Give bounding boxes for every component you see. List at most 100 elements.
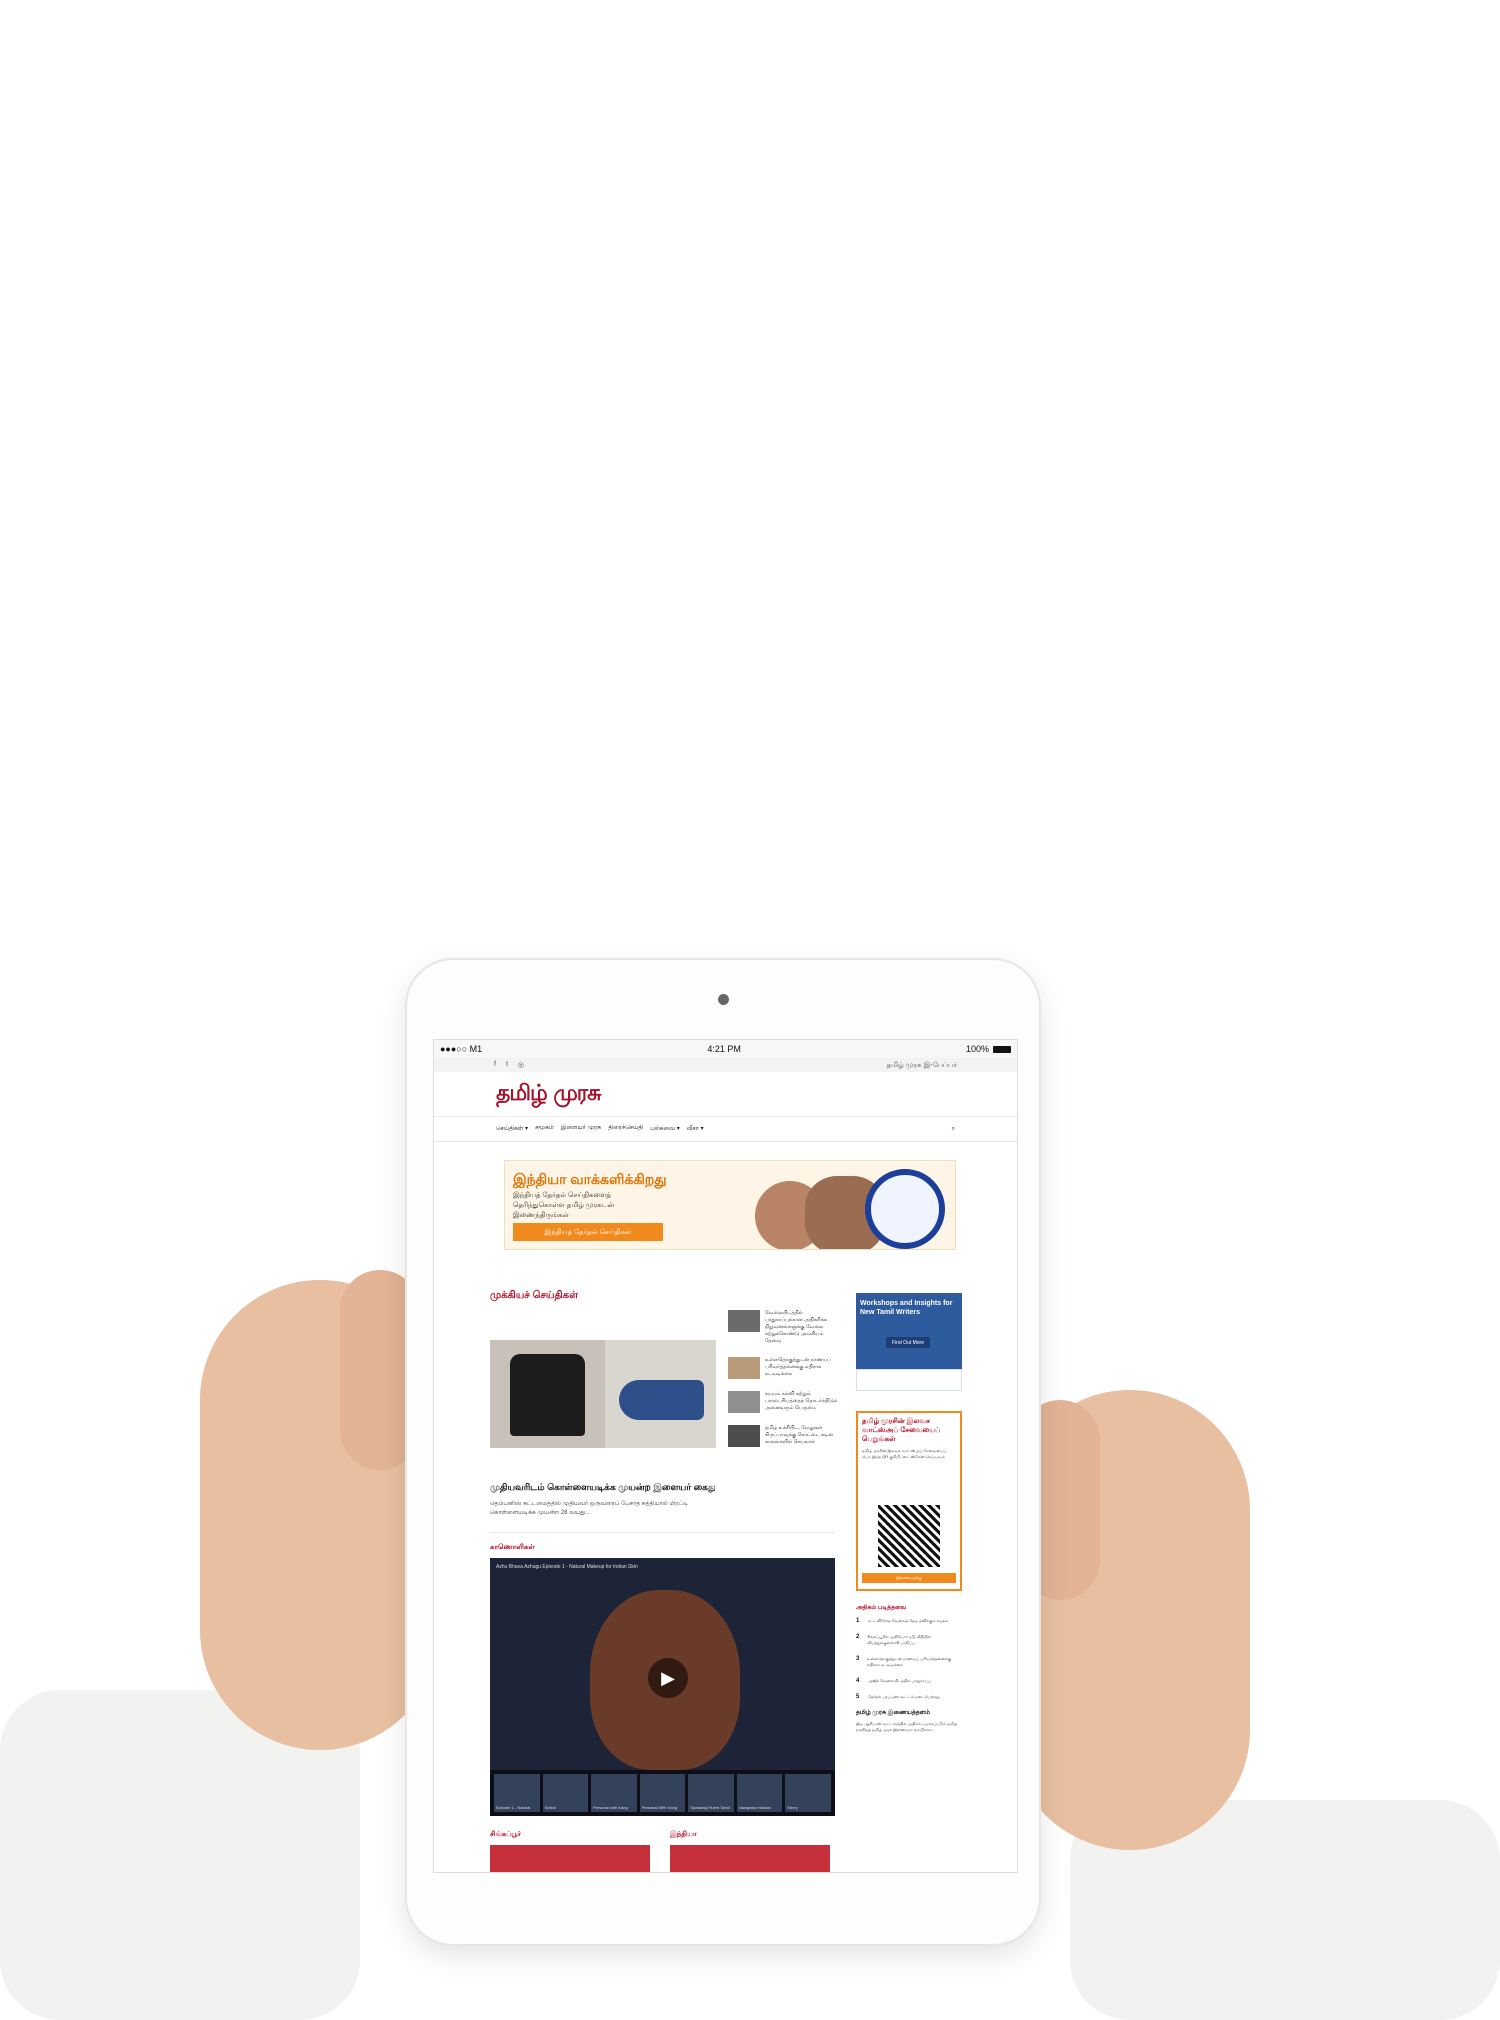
ad-button[interactable]: Find Out More	[886, 1337, 930, 1348]
video-player[interactable]: Azhu Bhava Azhagu Episode 1 - Natural Ma…	[490, 1558, 835, 1816]
shoes-photo	[605, 1340, 716, 1448]
category-image	[490, 1845, 650, 1872]
ad-description: தமிழ் முரசின் இலவச வாட்ஸ்அப் சேவையைப் பெ…	[862, 1448, 947, 1459]
rank: 4	[856, 1678, 860, 1684]
news-thumbnail	[728, 1310, 760, 1332]
site-logo[interactable]: தமிழ் முரசு	[496, 1080, 601, 1109]
lead-story-image[interactable]	[490, 1340, 716, 1448]
writers-workshop-ad[interactable]: Workshops and Insights for New Tamil Wri…	[856, 1293, 962, 1391]
banner-headline: இந்தியா வாக்களிக்கிறது	[513, 1171, 667, 1187]
clock: 4:21 PM	[707, 1044, 741, 1054]
thumb-label: Narayana mission	[738, 1805, 771, 1810]
news-thumbnail	[728, 1425, 760, 1447]
search-icon[interactable]: ⌕	[952, 1126, 955, 1133]
list-item[interactable]: தமிழ் உச்சிபிட, வேலுகள் கிருப்பாவுக்கு க…	[728, 1425, 838, 1447]
most-read-title: அதிகம் படித்தவை	[856, 1605, 907, 1611]
playlist-thumb[interactable]: Speaking Fluent Tamil	[688, 1774, 734, 1812]
nav-item-cinema[interactable]: திரைச்செய்தி	[608, 1125, 643, 1133]
headline: தேர்தல் பரப்புரை கூட்டம் நடைபெற்றது	[868, 1694, 940, 1699]
lead-story-title[interactable]: முதியவரிடம் கொள்ளையடிக்க முயன்ற இளையர் க…	[490, 1482, 835, 1494]
video-playlist: Episode 1 - Natural Sotlok Personal with…	[490, 1770, 835, 1816]
videos-title: காணொளிகள்	[490, 1544, 535, 1551]
category-image	[670, 1845, 830, 1872]
list-item[interactable]: 5 தேர்தல் பரப்புரை கூட்டம் நடைபெற்றது	[856, 1694, 962, 1700]
thumb-label: Personal With Kang	[641, 1805, 678, 1810]
thumb-label: Episode 1 - Natural	[496, 1805, 531, 1810]
nav-item-variety[interactable]: பல்சுவை ▾	[650, 1125, 679, 1133]
list-item[interactable]: சமயம் கல்வி கற்றும் பாரம்பரியத்தைத் தொடர…	[728, 1391, 838, 1413]
news-headline: தமிழ் உச்சிபிட, வேலுகள் கிருப்பாவுக்கு க…	[765, 1425, 834, 1445]
playlist-thumb[interactable]: Sotlok	[542, 1774, 589, 1812]
ad-title: தமிழ் முரசின் இலவச வாட்ஸ்அப் சேவையைப் பெ…	[862, 1418, 941, 1443]
play-icon[interactable]: ▶	[648, 1658, 688, 1698]
site-info-desc: இடி ஆசியான் வட்டாரத்தில் அதிகம் படிக்கப்…	[856, 1721, 958, 1732]
instagram-icon[interactable]: ◎	[518, 1061, 524, 1069]
headline: அஜிக் வேலையிடத்தில் பாதுகாப்பு	[868, 1678, 931, 1683]
tablet-device: ●●●○○ M1 4:21 PM 100% f t ◎ தமிழ் முரசு …	[407, 960, 1039, 1944]
list-item[interactable]: உள்ளதொகுத்துடன் நாணயப் பரிவர்த்தனைக்கு எ…	[728, 1357, 838, 1379]
whatsapp-join-button[interactable]: இணைவதற்கு	[862, 1573, 956, 1583]
top-news-title: முக்கியச் செய்திகள்	[490, 1290, 579, 1301]
news-headline: உள்ளதொகுத்துடன் நாணயப் பரிவர்த்தனைக்கு எ…	[765, 1357, 831, 1377]
news-thumbnail	[728, 1357, 760, 1379]
playlist-thumb[interactable]: Narayana mission	[736, 1774, 783, 1812]
playlist-thumb[interactable]: Personal With Kang	[639, 1774, 686, 1812]
ad-sponsor-strip	[856, 1369, 962, 1391]
news-headline: வேலையிடத்தில் பாதுகாப்புக்கான அதிகரிக்க …	[765, 1310, 828, 1344]
site-info: தமிழ் முரசு இணையத்தளம் இடி ஆசியான் வட்டா…	[856, 1710, 962, 1733]
thumb-label: Personal with Kang	[593, 1805, 628, 1810]
rank: 2	[856, 1634, 860, 1640]
banner-cta-button[interactable]: இந்தியத் தேர்தல் செய்திகள்	[513, 1223, 663, 1241]
whatsapp-ad[interactable]: தமிழ் முரசின் இலவச வாட்ஸ்அப் சேவையைப் பெ…	[856, 1411, 962, 1591]
headline: உள்ளதொகுத்துடன் நாணயப் பரிவர்த்தனைக்கு எ…	[866, 1656, 952, 1667]
battery-group: 100%	[966, 1044, 1011, 1054]
list-item[interactable]: 1 சட்டவிரோத வேலைத் தேடி தவிக்கும் கடிதம்	[856, 1618, 962, 1624]
ashoka-chakra-graphic	[865, 1169, 945, 1249]
side-news-list: வேலையிடத்தில் பாதுகாப்புக்கான அதிகரிக்க …	[728, 1310, 838, 1459]
most-read: அதிகம் படித்தவை 1 சட்டவிரோத வேலைத் தேடி த…	[856, 1605, 962, 1700]
nav-item-news[interactable]: செய்திகள் ▾	[496, 1125, 528, 1133]
news-headline: சமயம் கல்வி கற்றும் பாரம்பரியத்தைத் தொடர…	[765, 1391, 838, 1411]
facebook-icon[interactable]: f	[494, 1061, 496, 1069]
playlist-thumb[interactable]: Merry	[785, 1774, 832, 1812]
category-label: இந்தியா	[670, 1831, 697, 1838]
banner-subtext: இந்தியத் தேர்தல் செய்திகளைத் தெரிந்துகொள…	[513, 1192, 615, 1219]
rank: 5	[856, 1694, 860, 1700]
headline: சட்டவிரோத வேலைத் தேடி தவிக்கும் கடிதம்	[868, 1618, 949, 1623]
thumb-label: Speaking Fluent Tamil	[690, 1805, 730, 1810]
front-camera	[718, 994, 729, 1005]
tablet-screen: ●●●○○ M1 4:21 PM 100% f t ◎ தமிழ் முரசு …	[433, 1039, 1018, 1873]
carrier-label: ●●●○○ M1	[440, 1044, 483, 1054]
epaper-link[interactable]: தமிழ் முரசு இ-பேப்பர்	[887, 1061, 957, 1070]
playlist-thumb[interactable]: Personal with Kang	[591, 1774, 637, 1812]
site-topbar: f t ◎ தமிழ் முரசு இ-பேப்பர்	[434, 1058, 1017, 1072]
playlist-thumb[interactable]: Episode 1 - Natural	[494, 1774, 540, 1812]
site-info-title: தமிழ் முரசு இணையத்தளம்	[856, 1710, 931, 1716]
rank: 1	[856, 1618, 860, 1624]
thumb-label: Sotlok	[544, 1805, 556, 1810]
rank: 3	[856, 1656, 860, 1662]
list-item[interactable]: 4 அஜிக் வேலையிடத்தில் பாதுகாப்பு	[856, 1678, 962, 1684]
list-item[interactable]: 3 உள்ளதொகுத்துடன் நாணயப் பரிவர்த்தனைக்கு …	[856, 1656, 962, 1668]
nav-item-visa[interactable]: வீசா ▾	[687, 1125, 704, 1133]
category-singapore[interactable]: சிங்கப்பூர்	[490, 1830, 650, 1872]
video-caption: Azhu Bhava Azhagu Episode 1 - Natural Ma…	[496, 1564, 638, 1570]
category-india[interactable]: இந்தியா	[670, 1830, 830, 1872]
battery-icon	[993, 1045, 1011, 1053]
thumb-label: Merry	[787, 1805, 798, 1810]
nav-item-community[interactable]: சமூகம்	[535, 1125, 554, 1133]
ad-title: Workshops and Insights for New Tamil Wri…	[860, 1300, 953, 1316]
twitter-icon[interactable]: t	[506, 1061, 508, 1069]
nav-item-youth[interactable]: இளையர் முரசு	[561, 1125, 602, 1133]
election-banner[interactable]: இந்தியா வாக்களிக்கிறது இந்தியத் தேர்தல் …	[504, 1160, 956, 1250]
news-thumbnail	[728, 1391, 760, 1413]
main-column: முக்கியச் செய்திகள் முதியவரிடம் கொள்ளையட…	[490, 1290, 838, 1872]
headline: சிங்கப்பூரில் முதியோர் நடு வீதியில் விபத…	[867, 1634, 931, 1645]
category-label: சிங்கப்பூர்	[490, 1831, 521, 1838]
ios-status-bar: ●●●○○ M1 4:21 PM 100%	[434, 1040, 1017, 1058]
category-sections: சிங்கப்பூர் இந்தியா	[490, 1830, 835, 1872]
list-item[interactable]: வேலையிடத்தில் பாதுகாப்புக்கான அதிகரிக்க …	[728, 1310, 838, 1345]
battery-percent: 100%	[965, 1044, 989, 1054]
list-item[interactable]: 2 சிங்கப்பூரில் முதியோர் நடு வீதியில் விப…	[856, 1634, 962, 1646]
main-nav: செய்திகள் ▾ சமூகம் இளையர் முரசு திரைச்செ…	[434, 1117, 1017, 1142]
